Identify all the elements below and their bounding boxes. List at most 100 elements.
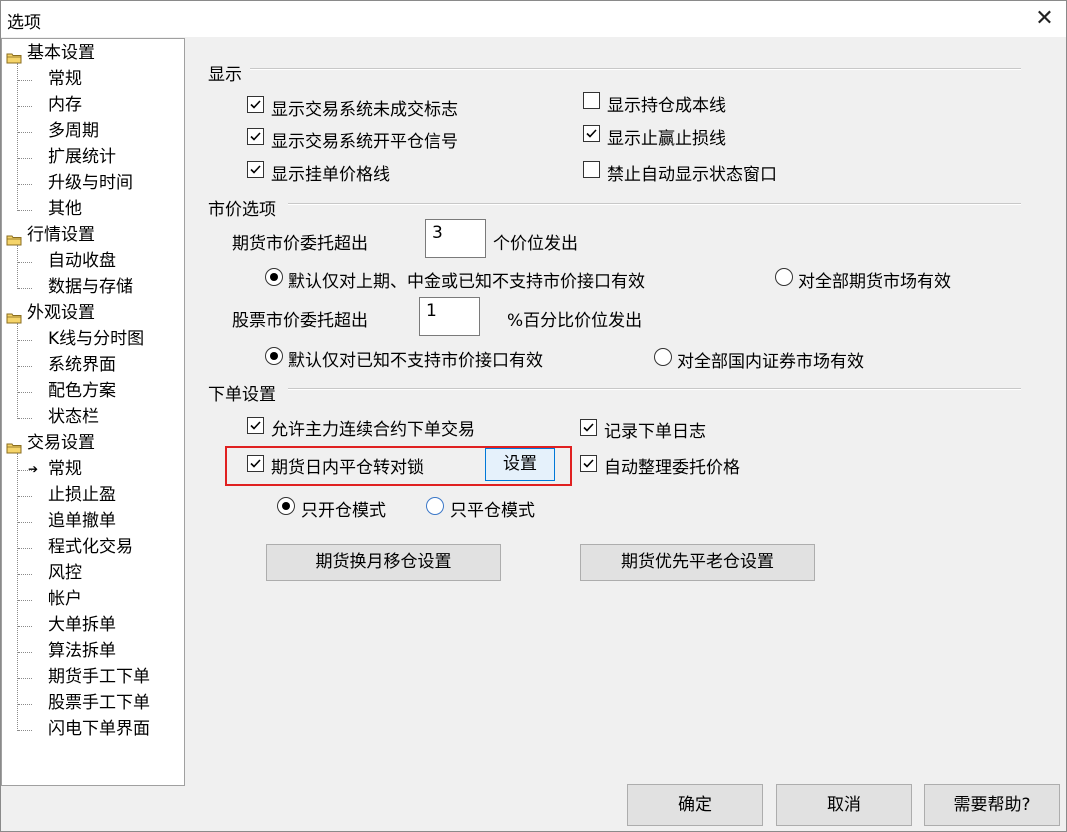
- dialog-title: 选项: [7, 13, 41, 33]
- tree-item[interactable]: 常规: [48, 67, 82, 91]
- disable-auto-status-window-label[interactable]: 禁止自动显示状态窗口: [607, 160, 777, 185]
- tree-item[interactable]: 自动收盘: [48, 249, 116, 273]
- tree-item[interactable]: 其他: [48, 197, 82, 221]
- folder-icon: [6, 47, 22, 64]
- record-order-log-checkbox[interactable]: [580, 419, 597, 436]
- radio-dot-icon: [270, 273, 278, 281]
- tree-item[interactable]: 常规: [48, 457, 82, 481]
- lock-settings-button[interactable]: 设置: [485, 448, 555, 481]
- tree-connector: [18, 678, 32, 679]
- disable-auto-status-window-checkbox[interactable]: [583, 161, 600, 178]
- tree-connector: [18, 418, 32, 419]
- futures-market-order-label: 期货市价委托超出: [232, 234, 368, 254]
- section-display-heading: 显示: [208, 65, 242, 85]
- show-unfilled-mark-checkbox[interactable]: [247, 96, 264, 113]
- tree-item[interactable]: 止损止盈: [48, 483, 116, 507]
- tree-item[interactable]: 系统界面: [48, 353, 116, 377]
- tree-item[interactable]: 期货手工下单: [48, 665, 150, 689]
- open-only-mode-label[interactable]: 只开仓模式: [301, 496, 386, 521]
- tree-item[interactable]: 帐户: [48, 587, 82, 611]
- intraday-close-to-lock-checkbox[interactable]: [247, 455, 264, 472]
- tree-connector: [18, 132, 32, 133]
- tree-item[interactable]: 追单撤单: [48, 509, 116, 533]
- tree-item[interactable]: 闪电下单界面: [48, 717, 150, 741]
- stock-percent-input[interactable]: 1: [419, 297, 480, 336]
- stock-all-markets-radio[interactable]: [654, 348, 672, 366]
- futures-all-markets-radio-label[interactable]: 对全部期货市场有效: [798, 267, 951, 292]
- futures-ticks-input[interactable]: 3: [425, 219, 486, 258]
- auto-arrange-price-label[interactable]: 自动整理委托价格: [604, 453, 740, 478]
- title-bar: 选项 ✕: [1, 1, 1066, 37]
- show-position-cost-line-checkbox[interactable]: [583, 92, 600, 109]
- tree-item[interactable]: 风控: [48, 561, 82, 585]
- tree-item[interactable]: 状态栏: [48, 405, 99, 429]
- tree-item[interactable]: 多周期: [48, 119, 99, 143]
- radio-dot-icon: [282, 502, 290, 510]
- futures-all-markets-radio[interactable]: [775, 268, 793, 286]
- open-only-mode-radio[interactable]: [277, 497, 295, 515]
- tree-connector: [18, 548, 32, 549]
- futures-default-radio[interactable]: [265, 268, 283, 286]
- auto-arrange-price-checkbox[interactable]: [580, 455, 597, 472]
- ok-button[interactable]: 确定: [627, 784, 763, 826]
- tree-connector: [18, 600, 32, 601]
- record-order-log-label[interactable]: 记录下单日志: [604, 417, 706, 442]
- tree-item[interactable]: 股票手工下单: [48, 691, 150, 715]
- selected-arrow-icon: ➔: [28, 462, 39, 476]
- tree-item[interactable]: 扩展统计: [48, 145, 116, 169]
- show-open-close-signal-label[interactable]: 显示交易系统开平仓信号: [271, 127, 458, 152]
- tree-connector: [18, 106, 32, 107]
- tree-connector: [18, 704, 32, 705]
- show-order-price-line-label[interactable]: 显示挂单价格线: [271, 160, 390, 185]
- settings-tree[interactable]: 基本设置 常规 内存 多周期 扩展统计 升级与时间 其他 行情设置 自动收盘 数据与存储 外观设置 K…: [1, 38, 185, 786]
- show-unfilled-mark-label[interactable]: 显示交易系统未成交标志: [271, 95, 458, 120]
- show-open-close-signal-checkbox[interactable]: [247, 128, 264, 145]
- close-only-mode-label[interactable]: 只平仓模式: [450, 496, 535, 521]
- stock-default-radio[interactable]: [265, 347, 283, 365]
- show-tp-sl-line-label[interactable]: 显示止赢止损线: [607, 124, 726, 149]
- tree-connector: [18, 730, 32, 731]
- stock-market-order-label: 股票市价委托超出: [232, 311, 368, 331]
- close-only-mode-radio[interactable]: [426, 497, 444, 515]
- priority-close-settings-button[interactable]: 期货优先平老仓设置: [580, 544, 815, 581]
- section-order-heading: 下单设置: [208, 385, 276, 405]
- tree-item[interactable]: K线与分时图: [48, 327, 144, 351]
- folder-icon: [6, 307, 22, 324]
- futures-ticks-unit-label: 个价位发出: [493, 234, 578, 254]
- tree-item[interactable]: 数据与存储: [48, 275, 133, 299]
- tree-connector: [17, 245, 18, 289]
- show-tp-sl-line-checkbox[interactable]: [583, 125, 600, 142]
- tree-item[interactable]: 升级与时间: [48, 171, 133, 195]
- folder-icon: [6, 437, 22, 454]
- tree-connector: [17, 63, 18, 211]
- intraday-close-to-lock-label[interactable]: 期货日内平仓转对锁: [271, 453, 424, 478]
- tree-connector: [18, 340, 32, 341]
- stock-all-markets-radio-label[interactable]: 对全部国内证券市场有效: [677, 347, 864, 372]
- tree-item[interactable]: 内存: [48, 93, 82, 117]
- tree-group-label: 基本设置: [27, 43, 95, 63]
- tree-item[interactable]: 算法拆单: [48, 639, 116, 663]
- allow-main-continuous-checkbox[interactable]: [247, 417, 264, 434]
- folder-icon: [6, 229, 22, 246]
- show-position-cost-line-label[interactable]: 显示持仓成本线: [607, 91, 726, 116]
- close-icon[interactable]: ✕: [1023, 1, 1066, 37]
- tree-connector: [18, 366, 32, 367]
- tree-group-label: 交易设置: [27, 433, 95, 453]
- tree-connector: [17, 453, 18, 731]
- tree-group-label: 外观设置: [27, 303, 95, 323]
- tree-item[interactable]: 配色方案: [48, 379, 116, 403]
- futures-default-radio-label[interactable]: 默认仅对上期、中金或已知不支持市价接口有效: [288, 267, 645, 292]
- tree-connector: [18, 522, 32, 523]
- radio-dot-icon: [270, 352, 278, 360]
- tree-connector: [18, 210, 32, 211]
- tree-item[interactable]: 大单拆单: [48, 613, 116, 637]
- tree-item[interactable]: 程式化交易: [48, 535, 133, 559]
- rollover-settings-button[interactable]: 期货换月移仓设置: [266, 544, 501, 581]
- allow-main-continuous-label[interactable]: 允许主力连续合约下单交易: [271, 415, 475, 440]
- cancel-button[interactable]: 取消: [776, 784, 912, 826]
- tree-connector: [18, 392, 32, 393]
- show-order-price-line-checkbox[interactable]: [247, 161, 264, 178]
- help-button[interactable]: 需要帮助?: [924, 784, 1060, 826]
- tree-connector: [18, 652, 32, 653]
- stock-default-radio-label[interactable]: 默认仅对已知不支持市价接口有效: [288, 346, 543, 371]
